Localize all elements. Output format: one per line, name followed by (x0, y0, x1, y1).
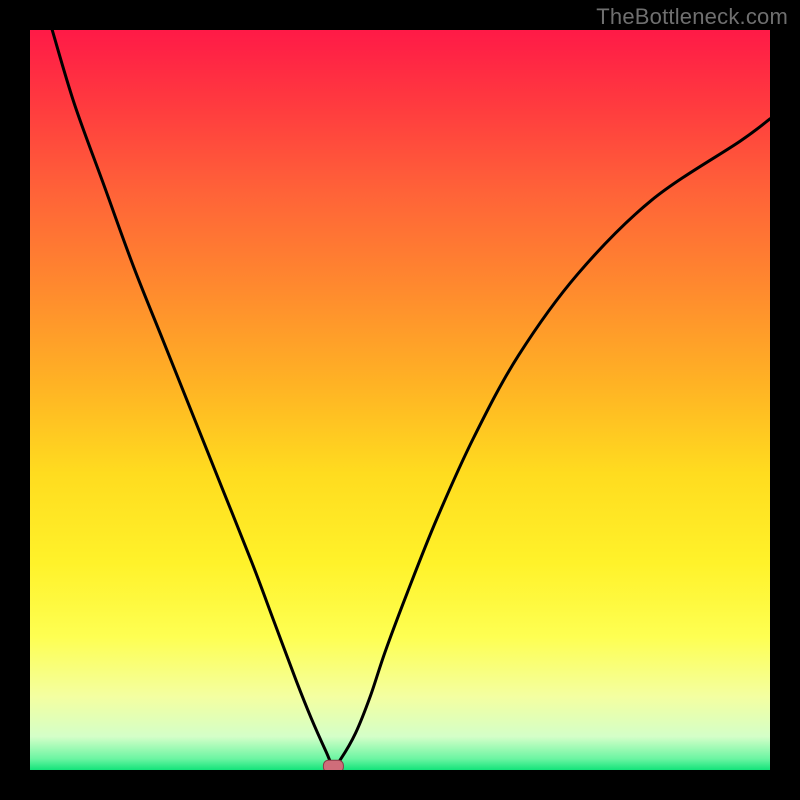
optimal-point-marker (323, 760, 343, 770)
chart-area (30, 30, 770, 770)
gradient-background (30, 30, 770, 770)
outer-frame: TheBottleneck.com (0, 0, 800, 800)
watermark-text: TheBottleneck.com (596, 4, 788, 30)
chart-svg (30, 30, 770, 770)
